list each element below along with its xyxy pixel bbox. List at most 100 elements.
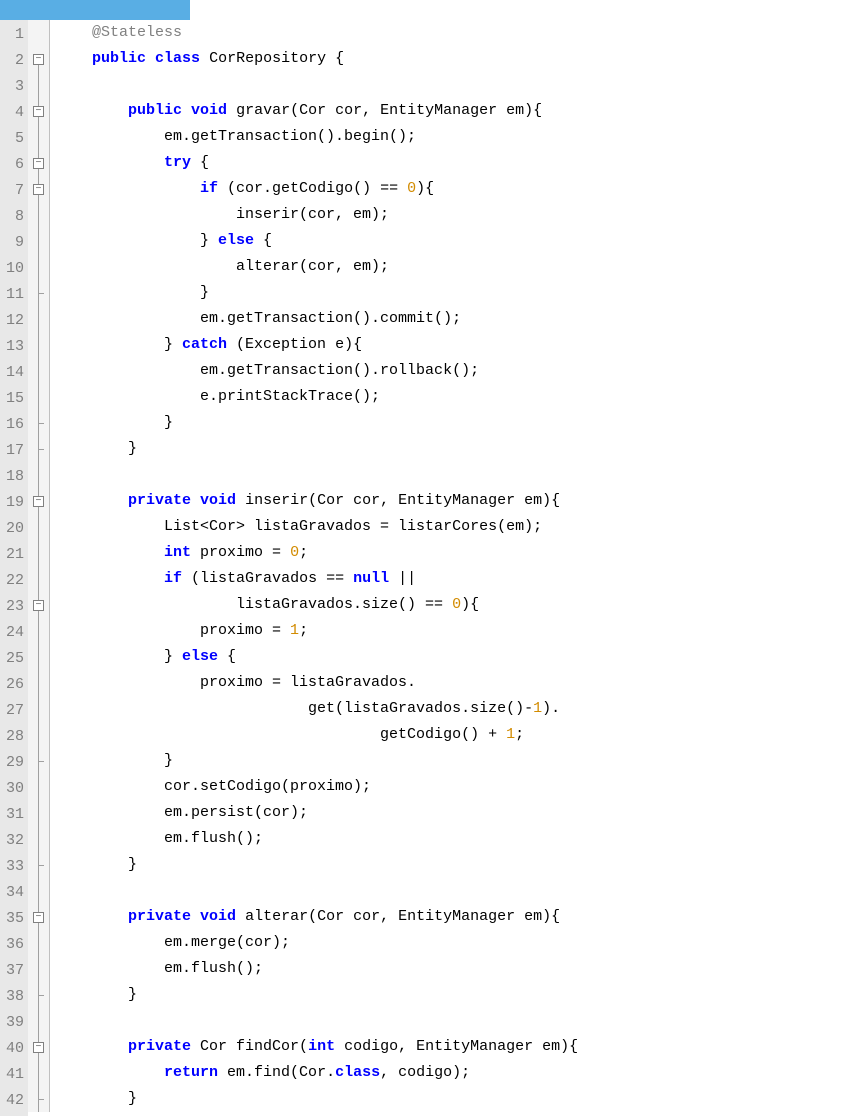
code-line[interactable]: } — [56, 436, 578, 462]
fold-toggle-icon[interactable]: − — [33, 496, 44, 507]
code-line[interactable]: } else { — [56, 644, 578, 670]
code-line[interactable]: @Stateless — [56, 20, 578, 46]
fold-toggle-icon[interactable]: − — [33, 184, 44, 195]
line-number: 35 — [2, 906, 24, 932]
code-line[interactable] — [56, 1008, 578, 1034]
line-number: 39 — [2, 1010, 24, 1036]
code-line[interactable]: em.getTransaction().begin(); — [56, 124, 578, 150]
code-line[interactable]: } — [56, 982, 578, 1008]
line-number: 28 — [2, 724, 24, 750]
fold-end-tick — [38, 423, 44, 424]
code-line[interactable]: em.merge(cor); — [56, 930, 578, 956]
code-line[interactable]: e.printStackTrace(); — [56, 384, 578, 410]
code-line[interactable]: if (cor.getCodigo() == 0){ — [56, 176, 578, 202]
code-line[interactable]: int proximo = 0; — [56, 540, 578, 566]
code-line[interactable]: } else { — [56, 228, 578, 254]
fold-end-tick — [38, 293, 44, 294]
line-number: 38 — [2, 984, 24, 1010]
code-line[interactable]: } — [56, 410, 578, 436]
line-number: 6 — [2, 152, 24, 178]
line-number: 12 — [2, 308, 24, 334]
line-number: 30 — [2, 776, 24, 802]
line-number-gutter: 1234567891011121314151617181920212223242… — [0, 20, 28, 1116]
line-number: 14 — [2, 360, 24, 386]
line-number: 3 — [2, 74, 24, 100]
line-number: 8 — [2, 204, 24, 230]
line-number: 40 — [2, 1036, 24, 1062]
code-line[interactable]: } catch (Exception e){ — [56, 332, 578, 358]
code-line[interactable]: if (listaGravados == null || — [56, 566, 578, 592]
code-line[interactable]: } — [56, 1086, 578, 1112]
code-line[interactable]: getCodigo() + 1; — [56, 722, 578, 748]
code-line[interactable]: } — [56, 852, 578, 878]
code-line[interactable]: em.persist(cor); — [56, 800, 578, 826]
line-number: 41 — [2, 1062, 24, 1088]
fold-toggle-icon[interactable]: − — [33, 158, 44, 169]
fold-end-tick — [38, 761, 44, 762]
code-editor[interactable]: 1234567891011121314151617181920212223242… — [0, 20, 851, 1116]
code-line[interactable]: private Cor findCor(int codigo, EntityMa… — [56, 1034, 578, 1060]
code-line[interactable]: em.flush(); — [56, 956, 578, 982]
code-line[interactable]: proximo = 1; — [56, 618, 578, 644]
code-area[interactable]: @Stateless public class CorRepository { … — [50, 20, 578, 1116]
code-line[interactable]: } — [56, 280, 578, 306]
fold-toggle-icon[interactable]: − — [33, 54, 44, 65]
line-number: 34 — [2, 880, 24, 906]
line-number: 42 — [2, 1088, 24, 1114]
code-line[interactable] — [56, 462, 578, 488]
line-number: 37 — [2, 958, 24, 984]
code-line[interactable]: em.flush(); — [56, 826, 578, 852]
code-line[interactable]: try { — [56, 150, 578, 176]
line-number: 19 — [2, 490, 24, 516]
line-number: 17 — [2, 438, 24, 464]
code-line[interactable]: cor.setCodigo(proximo); — [56, 774, 578, 800]
line-number: 32 — [2, 828, 24, 854]
fold-toggle-icon[interactable]: − — [33, 912, 44, 923]
code-line[interactable]: inserir(cor, em); — [56, 202, 578, 228]
fold-toggle-icon[interactable]: − — [33, 106, 44, 117]
code-line[interactable]: private void alterar(Cor cor, EntityMana… — [56, 904, 578, 930]
line-number: 27 — [2, 698, 24, 724]
line-number: 13 — [2, 334, 24, 360]
line-number: 5 — [2, 126, 24, 152]
line-number: 26 — [2, 672, 24, 698]
selection-highlight — [0, 0, 190, 20]
code-line[interactable]: proximo = listaGravados. — [56, 670, 578, 696]
fold-column[interactable]: − − − − − − − − — [28, 20, 50, 1112]
code-line[interactable]: em.getTransaction().commit(); — [56, 306, 578, 332]
code-line[interactable]: public void gravar(Cor cor, EntityManage… — [56, 98, 578, 124]
line-number: 31 — [2, 802, 24, 828]
code-line[interactable]: listaGravados.size() == 0){ — [56, 592, 578, 618]
code-line[interactable]: List<Cor> listaGravados = listarCores(em… — [56, 514, 578, 540]
code-line[interactable]: } — [56, 748, 578, 774]
code-line[interactable]: em.getTransaction().rollback(); — [56, 358, 578, 384]
line-number: 21 — [2, 542, 24, 568]
line-number: 22 — [2, 568, 24, 594]
line-number: 1 — [2, 22, 24, 48]
line-number: 24 — [2, 620, 24, 646]
code-line[interactable] — [56, 72, 578, 98]
fold-end-tick — [38, 995, 44, 996]
fold-toggle-icon[interactable]: − — [33, 600, 44, 611]
code-line[interactable] — [56, 878, 578, 904]
line-number: 11 — [2, 282, 24, 308]
line-number: 36 — [2, 932, 24, 958]
code-line[interactable]: return em.find(Cor.class, codigo); — [56, 1060, 578, 1086]
code-line[interactable]: alterar(cor, em); — [56, 254, 578, 280]
line-number: 33 — [2, 854, 24, 880]
line-number: 29 — [2, 750, 24, 776]
line-number: 7 — [2, 178, 24, 204]
fold-end-tick — [38, 449, 44, 450]
line-number: 25 — [2, 646, 24, 672]
code-line[interactable]: public class CorRepository { — [56, 46, 578, 72]
line-number: 16 — [2, 412, 24, 438]
fold-end-tick — [38, 1099, 44, 1100]
code-line[interactable]: private void inserir(Cor cor, EntityMana… — [56, 488, 578, 514]
line-number: 23 — [2, 594, 24, 620]
fold-end-tick — [38, 865, 44, 866]
fold-toggle-icon[interactable]: − — [33, 1042, 44, 1053]
code-line[interactable]: get(listaGravados.size()-1). — [56, 696, 578, 722]
line-number: 10 — [2, 256, 24, 282]
line-number: 4 — [2, 100, 24, 126]
line-number: 20 — [2, 516, 24, 542]
